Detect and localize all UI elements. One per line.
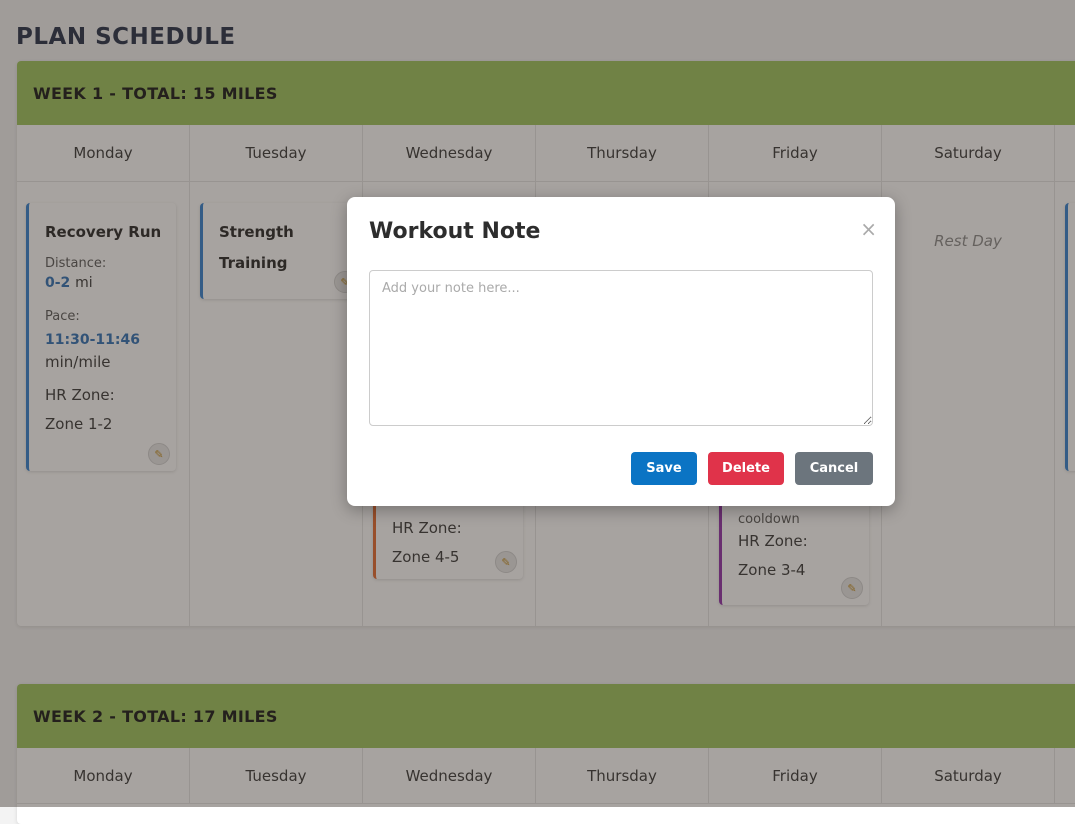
modal-title: Workout Note <box>369 219 541 244</box>
close-icon[interactable]: × <box>860 219 877 239</box>
note-textarea[interactable] <box>369 270 873 426</box>
workout-note-modal: Workout Note × Save Delete Cancel <box>347 197 895 506</box>
cancel-button[interactable]: Cancel <box>795 452 873 485</box>
save-button[interactable]: Save <box>631 452 697 485</box>
delete-button[interactable]: Delete <box>708 452 784 485</box>
